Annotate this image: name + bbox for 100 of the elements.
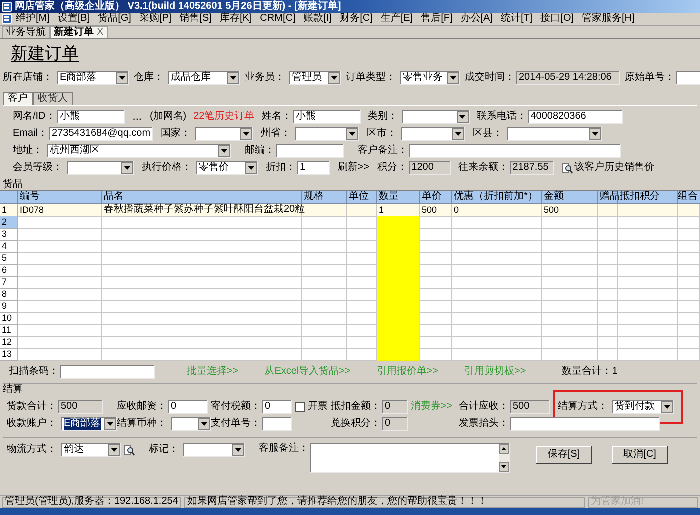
menu-item[interactable]: 财务[C] — [336, 13, 377, 25]
close-tab-button[interactable]: X — [97, 26, 104, 38]
dropdown-button[interactable] — [452, 128, 464, 140]
text-field[interactable] — [510, 417, 660, 431]
dropdown-button[interactable] — [346, 128, 358, 140]
ellipsis-button[interactable]: ... — [132, 112, 143, 122]
text-field[interactable]: 小熊 — [56, 110, 125, 124]
dropdown-button[interactable] — [232, 444, 244, 456]
dropdown-button[interactable] — [245, 162, 257, 174]
dropdown-field[interactable] — [171, 417, 211, 431]
dropdown-button[interactable] — [589, 128, 602, 140]
dropdown-field[interactable]: 零售价 — [196, 161, 258, 175]
dropdown-field[interactable] — [402, 110, 470, 124]
readonly-field[interactable]: 0 — [382, 417, 408, 431]
text-field[interactable] — [60, 365, 155, 379]
field-value: 韵达 — [64, 444, 84, 456]
menu-item[interactable]: 办公[A] — [456, 13, 497, 25]
memo-field[interactable] — [310, 443, 510, 473]
quantity-cell — [377, 216, 420, 229]
page-heading: 新建订单 — [11, 44, 79, 64]
field-label: 客服备注： — [259, 443, 309, 455]
magnifier-icon[interactable] — [562, 162, 573, 174]
dropdown-field[interactable]: 零售业务 — [400, 71, 460, 85]
text-field[interactable]: 0 — [168, 400, 208, 414]
caret-icon — [330, 76, 338, 80]
menu-item[interactable]: 设置[B] — [54, 13, 94, 25]
field-label: 会员等级： — [13, 162, 63, 174]
readonly-field[interactable]: 500 — [58, 400, 103, 414]
menu-item[interactable]: 管家服务[H] — [578, 13, 639, 25]
dropdown-button[interactable] — [108, 444, 120, 456]
dropdown-field[interactable]: 杭州西湖区 — [47, 144, 231, 158]
text-field[interactable]: 小熊 — [292, 110, 361, 124]
menu-item[interactable]: 生产[E] — [376, 13, 418, 25]
readonly-field[interactable]: 0 — [382, 400, 408, 414]
dropdown-button[interactable] — [328, 72, 340, 84]
row-number[interactable]: 13 — [0, 348, 18, 361]
text-field[interactable] — [409, 144, 621, 158]
text-field[interactable]: 1 — [297, 161, 330, 175]
dropdown-button[interactable] — [661, 401, 673, 413]
menu-item[interactable]: 账款[I] — [300, 13, 336, 25]
text-field[interactable] — [262, 417, 292, 431]
row-number[interactable]: 2 — [0, 216, 18, 229]
dropdown-field[interactable]: 货到付款 — [612, 400, 674, 414]
field-value: 零售业务 — [403, 72, 443, 84]
dropdown-button[interactable] — [121, 162, 133, 174]
tab[interactable]: 业务导航 — [2, 26, 50, 38]
dropdown-field[interactable] — [295, 127, 360, 141]
text-field[interactable]: 2735431684@qq.com — [49, 127, 154, 141]
readonly-field[interactable]: 2014-05-29 14:28:06 — [516, 71, 620, 85]
readonly-field[interactable]: 2187.55 — [510, 161, 554, 175]
dropdown-field[interactable] — [401, 127, 466, 141]
menu-item[interactable]: CRM[C] — [256, 13, 300, 25]
dropdown-button[interactable] — [240, 128, 252, 140]
dropdown-button[interactable] — [198, 418, 210, 430]
readonly-field[interactable]: 500 — [510, 400, 550, 414]
dialog-button[interactable]: 取消[C] — [612, 446, 668, 464]
caret-icon — [234, 448, 242, 452]
field-label: 货款合计： — [7, 401, 57, 413]
dropdown-button[interactable] — [447, 72, 459, 84]
dialog-button[interactable]: 保存[S] — [536, 446, 592, 464]
menu-item[interactable]: 采购[P] — [135, 13, 176, 25]
field-label: 折扣： — [266, 162, 296, 174]
dropdown-button[interactable] — [456, 111, 469, 123]
dropdown-field[interactable] — [507, 127, 602, 141]
tab[interactable]: 收货人 — [33, 92, 73, 105]
caret-icon — [124, 166, 130, 170]
menu-item[interactable]: 维护[M] — [12, 13, 54, 25]
table-cell — [598, 348, 618, 361]
dropdown-button[interactable] — [218, 145, 230, 157]
dropdown-field[interactable]: E商部落 — [61, 417, 117, 431]
dropdown-field[interactable]: 管理员 — [289, 71, 341, 85]
tab[interactable]: 新建订单 X — [50, 26, 108, 38]
dropdown-field[interactable] — [195, 127, 254, 141]
dropdown-field[interactable] — [183, 443, 245, 457]
menu-item[interactable]: 接口[O] — [536, 13, 578, 25]
checkbox[interactable] — [295, 402, 305, 412]
menu-item[interactable]: 货品[G] — [94, 13, 136, 25]
dropdown-field[interactable]: 成品仓库 — [168, 71, 240, 85]
dropdown-field[interactable] — [67, 161, 134, 175]
dropdown-field[interactable]: 韵达 — [61, 443, 121, 457]
dropdown-field[interactable]: E商部落 — [57, 71, 129, 85]
readonly-field[interactable]: 1200 — [408, 161, 451, 175]
history-price-link[interactable]: 该客户历史销售价 — [574, 162, 655, 174]
refresh-link[interactable]: 刷新>> — [338, 162, 370, 174]
text-field[interactable]: 4000820366 — [528, 110, 623, 124]
tab[interactable]: 客户 — [3, 92, 33, 105]
menu-item[interactable]: 统计[T] — [497, 13, 537, 25]
text-field[interactable] — [276, 144, 344, 158]
magnifier-icon[interactable] — [124, 444, 135, 456]
menu-item[interactable]: 售后[F] — [417, 13, 457, 25]
menu-item[interactable]: 销售[S] — [176, 13, 216, 25]
text-field[interactable]: 0 — [262, 400, 292, 414]
add-name-note: (加网名) — [150, 111, 187, 123]
dropdown-button[interactable] — [227, 72, 239, 84]
dropdown-button[interactable] — [116, 72, 128, 84]
menu-item[interactable]: 库存[K] — [216, 13, 256, 25]
dropdown-button[interactable] — [104, 418, 116, 430]
group-label: 货品 — [3, 179, 24, 190]
scroll-bar[interactable] — [499, 444, 509, 472]
field-label: 支付单号： — [211, 418, 261, 430]
